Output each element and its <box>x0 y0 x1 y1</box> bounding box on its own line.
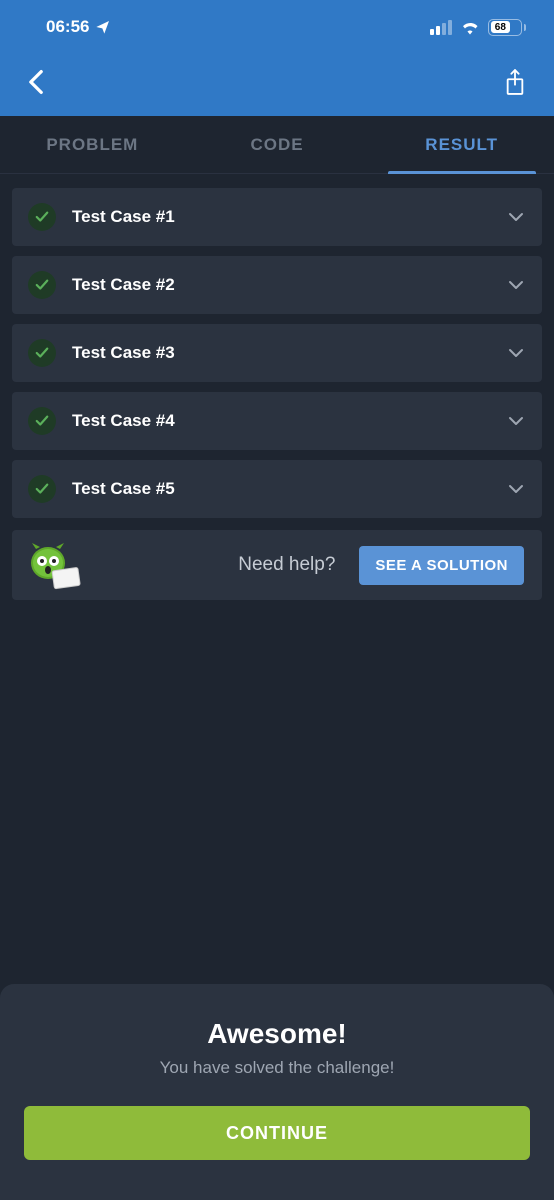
result-card: Awesome! You have solved the challenge! … <box>0 984 554 1200</box>
chevron-down-icon <box>508 348 524 358</box>
test-case-row[interactable]: Test Case #1 <box>12 188 542 246</box>
chevron-down-icon <box>508 484 524 494</box>
continue-button[interactable]: CONTINUE <box>24 1106 530 1160</box>
chevron-left-icon <box>28 69 44 95</box>
chevron-down-icon <box>508 212 524 222</box>
tab-result[interactable]: RESULT <box>369 116 554 173</box>
check-icon <box>28 203 56 231</box>
chevron-down-icon <box>508 280 524 290</box>
test-case-label: Test Case #3 <box>72 343 508 363</box>
test-case-row[interactable]: Test Case #5 <box>12 460 542 518</box>
tab-problem[interactable]: PROBLEM <box>0 116 185 173</box>
test-case-row[interactable]: Test Case #2 <box>12 256 542 314</box>
back-button[interactable] <box>20 61 52 103</box>
test-case-row[interactable]: Test Case #3 <box>12 324 542 382</box>
nav-bar <box>0 54 554 116</box>
tab-result-label: RESULT <box>425 135 498 155</box>
test-case-row[interactable]: Test Case #4 <box>12 392 542 450</box>
status-right: 68 <box>430 19 526 36</box>
location-icon <box>95 19 111 35</box>
test-case-label: Test Case #1 <box>72 207 508 227</box>
test-case-label: Test Case #2 <box>72 275 508 295</box>
test-case-list: Test Case #1 Test Case #2 Test Case #3 T… <box>0 174 554 526</box>
help-text: Need help? <box>100 554 345 576</box>
test-case-label: Test Case #4 <box>72 411 508 431</box>
help-bar: Need help? SEE A SOLUTION <box>12 530 542 600</box>
mascot-icon <box>22 537 86 593</box>
share-button[interactable] <box>496 60 534 104</box>
cellular-icon <box>430 20 452 35</box>
tab-bar: PROBLEM CODE RESULT <box>0 116 554 174</box>
wifi-icon <box>460 19 480 35</box>
result-subtitle: You have solved the challenge! <box>24 1058 530 1078</box>
check-icon <box>28 271 56 299</box>
chevron-down-icon <box>508 416 524 426</box>
battery-percent: 68 <box>495 22 506 33</box>
see-solution-button[interactable]: SEE A SOLUTION <box>359 546 524 585</box>
tab-code-label: CODE <box>250 135 303 155</box>
test-case-label: Test Case #5 <box>72 479 508 499</box>
check-icon <box>28 475 56 503</box>
check-icon <box>28 339 56 367</box>
status-time-area: 06:56 <box>46 17 111 37</box>
check-icon <box>28 407 56 435</box>
share-icon <box>504 68 526 96</box>
battery-icon: 68 <box>488 19 526 36</box>
tab-code[interactable]: CODE <box>185 116 370 173</box>
clock-time: 06:56 <box>46 17 89 37</box>
tab-problem-label: PROBLEM <box>46 135 138 155</box>
result-title: Awesome! <box>24 1018 530 1050</box>
status-bar: 06:56 68 <box>0 0 554 54</box>
